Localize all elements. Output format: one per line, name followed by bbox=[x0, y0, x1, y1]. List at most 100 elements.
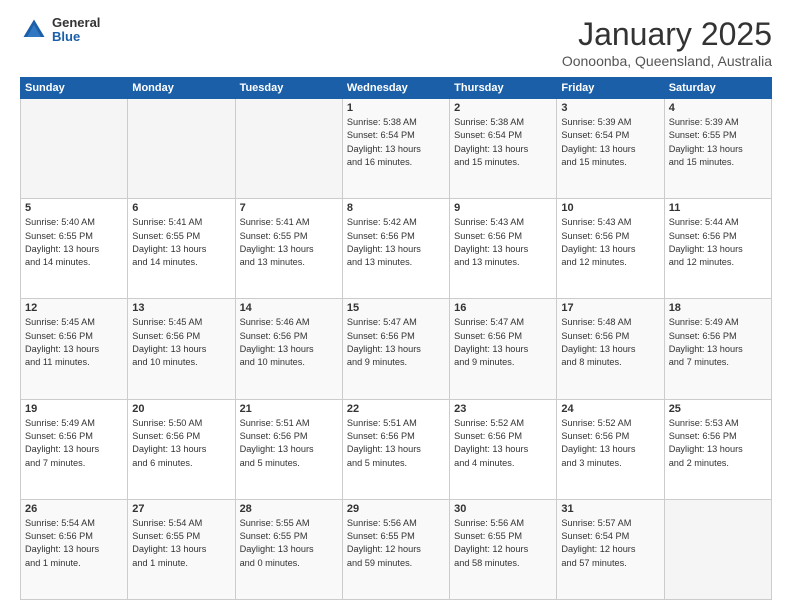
calendar-cell: 30 Sunrise: 5:56 AMSunset: 6:55 PMDayligh… bbox=[450, 499, 557, 599]
location: Oonoonba, Queensland, Australia bbox=[562, 53, 772, 69]
day-info: Sunrise: 5:49 AMSunset: 6:56 PMDaylight:… bbox=[25, 417, 123, 470]
calendar-cell: 4Sunrise: 5:39 AMSunset: 6:55 PMDaylight… bbox=[664, 99, 771, 199]
calendar-header-row: SundayMondayTuesdayWednesdayThursdayFrid… bbox=[21, 78, 772, 99]
calendar-week-row: 26 Sunrise: 5:54 AMSunset: 6:56 PMDayligh… bbox=[21, 499, 772, 599]
day-info: Sunrise: 5:47 AMSunset: 6:56 PMDaylight:… bbox=[454, 316, 552, 369]
day-info: Sunrise: 5:44 AMSunset: 6:56 PMDaylight:… bbox=[669, 216, 767, 269]
calendar-cell: 8 Sunrise: 5:42 AMSunset: 6:56 PMDaylight… bbox=[342, 199, 449, 299]
calendar-cell: 1 Sunrise: 5:38 AMSunset: 6:54 PMDaylight… bbox=[342, 99, 449, 199]
calendar-cell: 15 Sunrise: 5:47 AMSunset: 6:56 PMDayligh… bbox=[342, 299, 449, 399]
day-info: Sunrise: 5:56 AMSunset: 6:55 PMDaylight:… bbox=[454, 517, 552, 570]
day-number: 6 bbox=[132, 202, 230, 214]
day-info: Sunrise: 5:41 AMSunset: 6:55 PMDaylight:… bbox=[240, 216, 338, 269]
calendar-cell: 26 Sunrise: 5:54 AMSunset: 6:56 PMDayligh… bbox=[21, 499, 128, 599]
logo-icon bbox=[20, 16, 48, 44]
calendar-cell bbox=[21, 99, 128, 199]
day-number: 3 bbox=[561, 102, 659, 114]
day-number: 26 bbox=[25, 503, 123, 515]
day-number: 4 bbox=[669, 102, 767, 114]
weekday-header: Friday bbox=[557, 78, 664, 99]
calendar-cell: 3Sunrise: 5:39 AMSunset: 6:54 PMDaylight… bbox=[557, 99, 664, 199]
day-number: 8 bbox=[347, 202, 445, 214]
calendar-cell: 24 Sunrise: 5:52 AMSunset: 6:56 PMDayligh… bbox=[557, 399, 664, 499]
calendar-cell: 29 Sunrise: 5:56 AMSunset: 6:55 PMDayligh… bbox=[342, 499, 449, 599]
day-info: Sunrise: 5:55 AMSunset: 6:55 PMDaylight:… bbox=[240, 517, 338, 570]
month-title: January 2025 bbox=[562, 16, 772, 53]
day-info: Sunrise: 5:52 AMSunset: 6:56 PMDaylight:… bbox=[454, 417, 552, 470]
day-info: Sunrise: 5:43 AMSunset: 6:56 PMDaylight:… bbox=[454, 216, 552, 269]
calendar-week-row: 1 Sunrise: 5:38 AMSunset: 6:54 PMDaylight… bbox=[21, 99, 772, 199]
logo: General Blue bbox=[20, 16, 100, 45]
header: General Blue January 2025 Oonoonba, Quee… bbox=[20, 16, 772, 69]
day-number: 1 bbox=[347, 102, 445, 114]
calendar-week-row: 12 Sunrise: 5:45 AMSunset: 6:56 PMDayligh… bbox=[21, 299, 772, 399]
day-number: 24 bbox=[561, 403, 659, 415]
day-number: 15 bbox=[347, 302, 445, 314]
calendar-cell: 28 Sunrise: 5:55 AMSunset: 6:55 PMDayligh… bbox=[235, 499, 342, 599]
day-info: Sunrise: 5:42 AMSunset: 6:56 PMDaylight:… bbox=[347, 216, 445, 269]
calendar-cell: 23 Sunrise: 5:52 AMSunset: 6:56 PMDayligh… bbox=[450, 399, 557, 499]
day-number: 14 bbox=[240, 302, 338, 314]
day-info: Sunrise: 5:46 AMSunset: 6:56 PMDaylight:… bbox=[240, 316, 338, 369]
calendar-cell: 12Sunrise: 5:45 AMSunset: 6:56 PMDayligh… bbox=[21, 299, 128, 399]
day-number: 19 bbox=[25, 403, 123, 415]
day-number: 27 bbox=[132, 503, 230, 515]
logo-blue: Blue bbox=[52, 30, 100, 44]
logo-general: General bbox=[52, 16, 100, 30]
day-info: Sunrise: 5:47 AMSunset: 6:56 PMDaylight:… bbox=[347, 316, 445, 369]
day-info: Sunrise: 5:57 AMSunset: 6:54 PMDaylight:… bbox=[561, 517, 659, 570]
day-number: 11 bbox=[669, 202, 767, 214]
weekday-header: Monday bbox=[128, 78, 235, 99]
calendar-table: SundayMondayTuesdayWednesdayThursdayFrid… bbox=[20, 77, 772, 600]
day-number: 9 bbox=[454, 202, 552, 214]
day-info: Sunrise: 5:51 AMSunset: 6:56 PMDaylight:… bbox=[240, 417, 338, 470]
calendar-cell: 27 Sunrise: 5:54 AMSunset: 6:55 PMDayligh… bbox=[128, 499, 235, 599]
day-info: Sunrise: 5:38 AMSunset: 6:54 PMDaylight:… bbox=[347, 116, 445, 169]
day-number: 12 bbox=[25, 302, 123, 314]
calendar-cell: 14 Sunrise: 5:46 AMSunset: 6:56 PMDayligh… bbox=[235, 299, 342, 399]
day-number: 22 bbox=[347, 403, 445, 415]
day-info: Sunrise: 5:53 AMSunset: 6:56 PMDaylight:… bbox=[669, 417, 767, 470]
day-info: Sunrise: 5:51 AMSunset: 6:56 PMDaylight:… bbox=[347, 417, 445, 470]
calendar-cell: 6 Sunrise: 5:41 AMSunset: 6:55 PMDaylight… bbox=[128, 199, 235, 299]
day-info: Sunrise: 5:54 AMSunset: 6:55 PMDaylight:… bbox=[132, 517, 230, 570]
calendar-week-row: 5Sunrise: 5:40 AMSunset: 6:55 PMDaylight… bbox=[21, 199, 772, 299]
day-number: 16 bbox=[454, 302, 552, 314]
day-info: Sunrise: 5:41 AMSunset: 6:55 PMDaylight:… bbox=[132, 216, 230, 269]
calendar-cell: 22 Sunrise: 5:51 AMSunset: 6:56 PMDayligh… bbox=[342, 399, 449, 499]
calendar-cell bbox=[128, 99, 235, 199]
day-number: 28 bbox=[240, 503, 338, 515]
day-number: 29 bbox=[347, 503, 445, 515]
calendar-week-row: 19 Sunrise: 5:49 AMSunset: 6:56 PMDayligh… bbox=[21, 399, 772, 499]
day-number: 25 bbox=[669, 403, 767, 415]
calendar-cell: 16 Sunrise: 5:47 AMSunset: 6:56 PMDayligh… bbox=[450, 299, 557, 399]
title-block: January 2025 Oonoonba, Queensland, Austr… bbox=[562, 16, 772, 69]
day-info: Sunrise: 5:43 AMSunset: 6:56 PMDaylight:… bbox=[561, 216, 659, 269]
day-number: 17 bbox=[561, 302, 659, 314]
calendar-cell: 19 Sunrise: 5:49 AMSunset: 6:56 PMDayligh… bbox=[21, 399, 128, 499]
day-info: Sunrise: 5:49 AMSunset: 6:56 PMDaylight:… bbox=[669, 316, 767, 369]
day-number: 18 bbox=[669, 302, 767, 314]
calendar-cell: 7Sunrise: 5:41 AMSunset: 6:55 PMDaylight… bbox=[235, 199, 342, 299]
calendar-cell: 9 Sunrise: 5:43 AMSunset: 6:56 PMDaylight… bbox=[450, 199, 557, 299]
calendar-cell bbox=[235, 99, 342, 199]
day-number: 10 bbox=[561, 202, 659, 214]
day-info: Sunrise: 5:54 AMSunset: 6:56 PMDaylight:… bbox=[25, 517, 123, 570]
weekday-header: Tuesday bbox=[235, 78, 342, 99]
day-number: 20 bbox=[132, 403, 230, 415]
day-number: 23 bbox=[454, 403, 552, 415]
calendar-cell: 11 Sunrise: 5:44 AMSunset: 6:56 PMDayligh… bbox=[664, 199, 771, 299]
day-info: Sunrise: 5:52 AMSunset: 6:56 PMDaylight:… bbox=[561, 417, 659, 470]
calendar-cell: 5Sunrise: 5:40 AMSunset: 6:55 PMDaylight… bbox=[21, 199, 128, 299]
day-info: Sunrise: 5:48 AMSunset: 6:56 PMDaylight:… bbox=[561, 316, 659, 369]
day-number: 5 bbox=[25, 202, 123, 214]
weekday-header: Thursday bbox=[450, 78, 557, 99]
calendar-cell: 17 Sunrise: 5:48 AMSunset: 6:56 PMDayligh… bbox=[557, 299, 664, 399]
calendar-cell: 10 Sunrise: 5:43 AMSunset: 6:56 PMDayligh… bbox=[557, 199, 664, 299]
day-number: 30 bbox=[454, 503, 552, 515]
day-info: Sunrise: 5:38 AMSunset: 6:54 PMDaylight:… bbox=[454, 116, 552, 169]
day-info: Sunrise: 5:45 AMSunset: 6:56 PMDaylight:… bbox=[132, 316, 230, 369]
calendar-cell: 13Sunrise: 5:45 AMSunset: 6:56 PMDayligh… bbox=[128, 299, 235, 399]
day-info: Sunrise: 5:56 AMSunset: 6:55 PMDaylight:… bbox=[347, 517, 445, 570]
calendar-cell: 2Sunrise: 5:38 AMSunset: 6:54 PMDaylight… bbox=[450, 99, 557, 199]
